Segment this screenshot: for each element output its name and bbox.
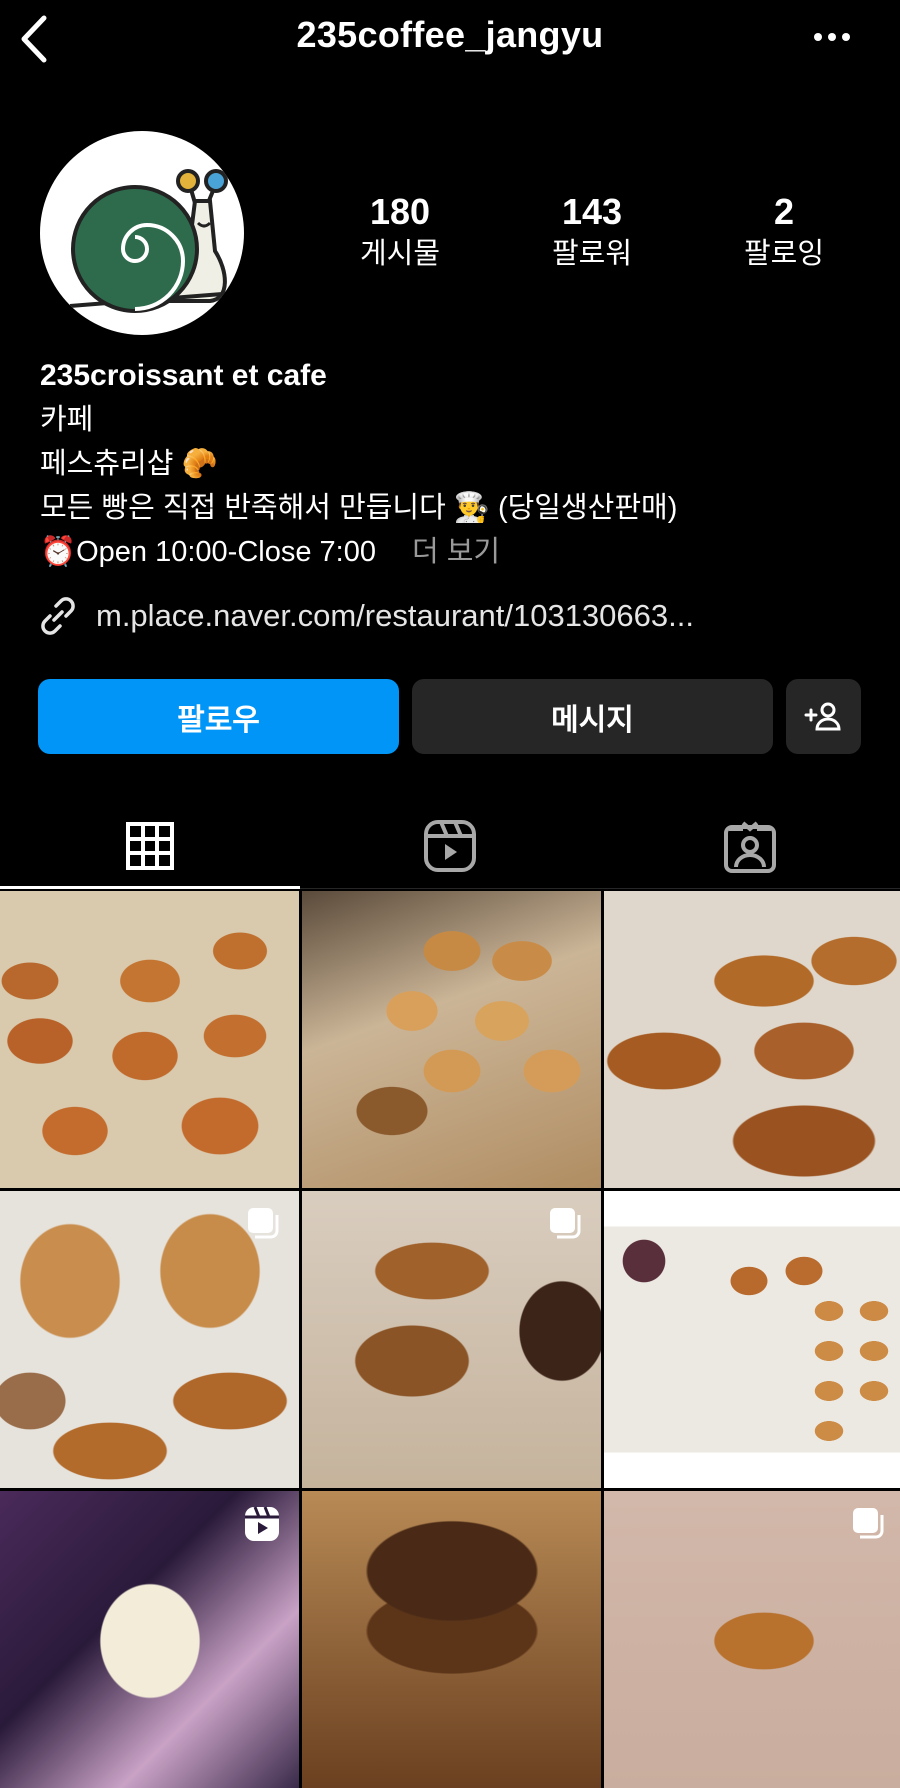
carousel-icon — [853, 1508, 884, 1539]
stat-following-count: 2 — [773, 191, 795, 232]
tab-reels[interactable] — [300, 806, 600, 886]
bio-line-3-row: ⏰Open 10:00-Close 7:00 더 보기 — [40, 530, 860, 574]
profile-bio: 235croissant et cafe 카페 페스츄리샵 🥐 모든 빵은 직접… — [40, 354, 860, 574]
link-icon — [41, 597, 75, 635]
post-thumbnail[interactable] — [604, 1191, 900, 1488]
bio-line-1: 페스츄리샵 🥐 — [40, 448, 218, 480]
carousel-icon — [248, 1208, 279, 1239]
stat-posts-count: 180 — [369, 191, 431, 232]
reels-icon — [424, 820, 476, 872]
profile-link[interactable]: m.place.naver.com/restaurant/103130663..… — [36, 594, 694, 638]
reels-icon — [245, 1506, 279, 1541]
tab-tagged[interactable] — [600, 806, 900, 886]
profile-avatar[interactable] — [40, 131, 244, 335]
active-tab-indicator — [0, 886, 300, 889]
message-button[interactable]: 메시지 — [412, 679, 773, 754]
post-thumbnail[interactable] — [302, 1191, 601, 1488]
tagged-person-icon — [724, 821, 776, 873]
grid-icon — [126, 822, 174, 870]
post-thumbnail[interactable] — [604, 891, 900, 1188]
stat-posts-label: 게시물 — [359, 238, 441, 270]
post-thumbnail[interactable] — [0, 891, 299, 1188]
stat-followers[interactable]: 143 팔로워 — [517, 190, 667, 272]
post-thumbnail[interactable] — [0, 1491, 299, 1788]
ellipsis-icon — [814, 33, 850, 41]
posts-grid — [0, 891, 900, 1788]
stat-followers-label: 팔로워 — [551, 238, 633, 270]
profile-display-name: 235croissant et cafe — [40, 359, 327, 392]
stat-posts[interactable]: 180 게시물 — [325, 190, 475, 272]
add-person-icon — [804, 702, 841, 730]
post-thumbnail[interactable] — [302, 891, 601, 1188]
post-thumbnail[interactable] — [302, 1491, 601, 1788]
stat-following[interactable]: 2 팔로잉 — [709, 190, 859, 272]
suggest-users-button[interactable] — [786, 679, 861, 754]
snail-logo-icon — [69, 169, 236, 313]
stat-following-label: 팔로잉 — [743, 238, 825, 270]
see-more-link[interactable]: 더 보기 — [412, 536, 500, 568]
more-options-button[interactable] — [812, 22, 852, 52]
bio-line-3: ⏰Open 10:00-Close 7:00 — [40, 536, 376, 568]
carousel-icon — [550, 1208, 581, 1239]
post-thumbnail[interactable] — [604, 1491, 900, 1788]
post-thumbnail[interactable] — [0, 1191, 299, 1488]
tab-posts[interactable] — [0, 806, 300, 886]
stat-followers-count: 143 — [561, 191, 623, 232]
bio-line-2: 모든 빵은 직접 반죽해서 만듭니다 👨‍🍳 (당일생산판매) — [40, 492, 678, 524]
follow-button[interactable]: 팔로우 — [38, 679, 399, 754]
profile-link-text: m.place.naver.com/restaurant/103130663..… — [96, 598, 694, 633]
profile-category: 카페 — [40, 404, 94, 436]
profile-username: 235coffee_jangyu — [296, 14, 604, 55]
